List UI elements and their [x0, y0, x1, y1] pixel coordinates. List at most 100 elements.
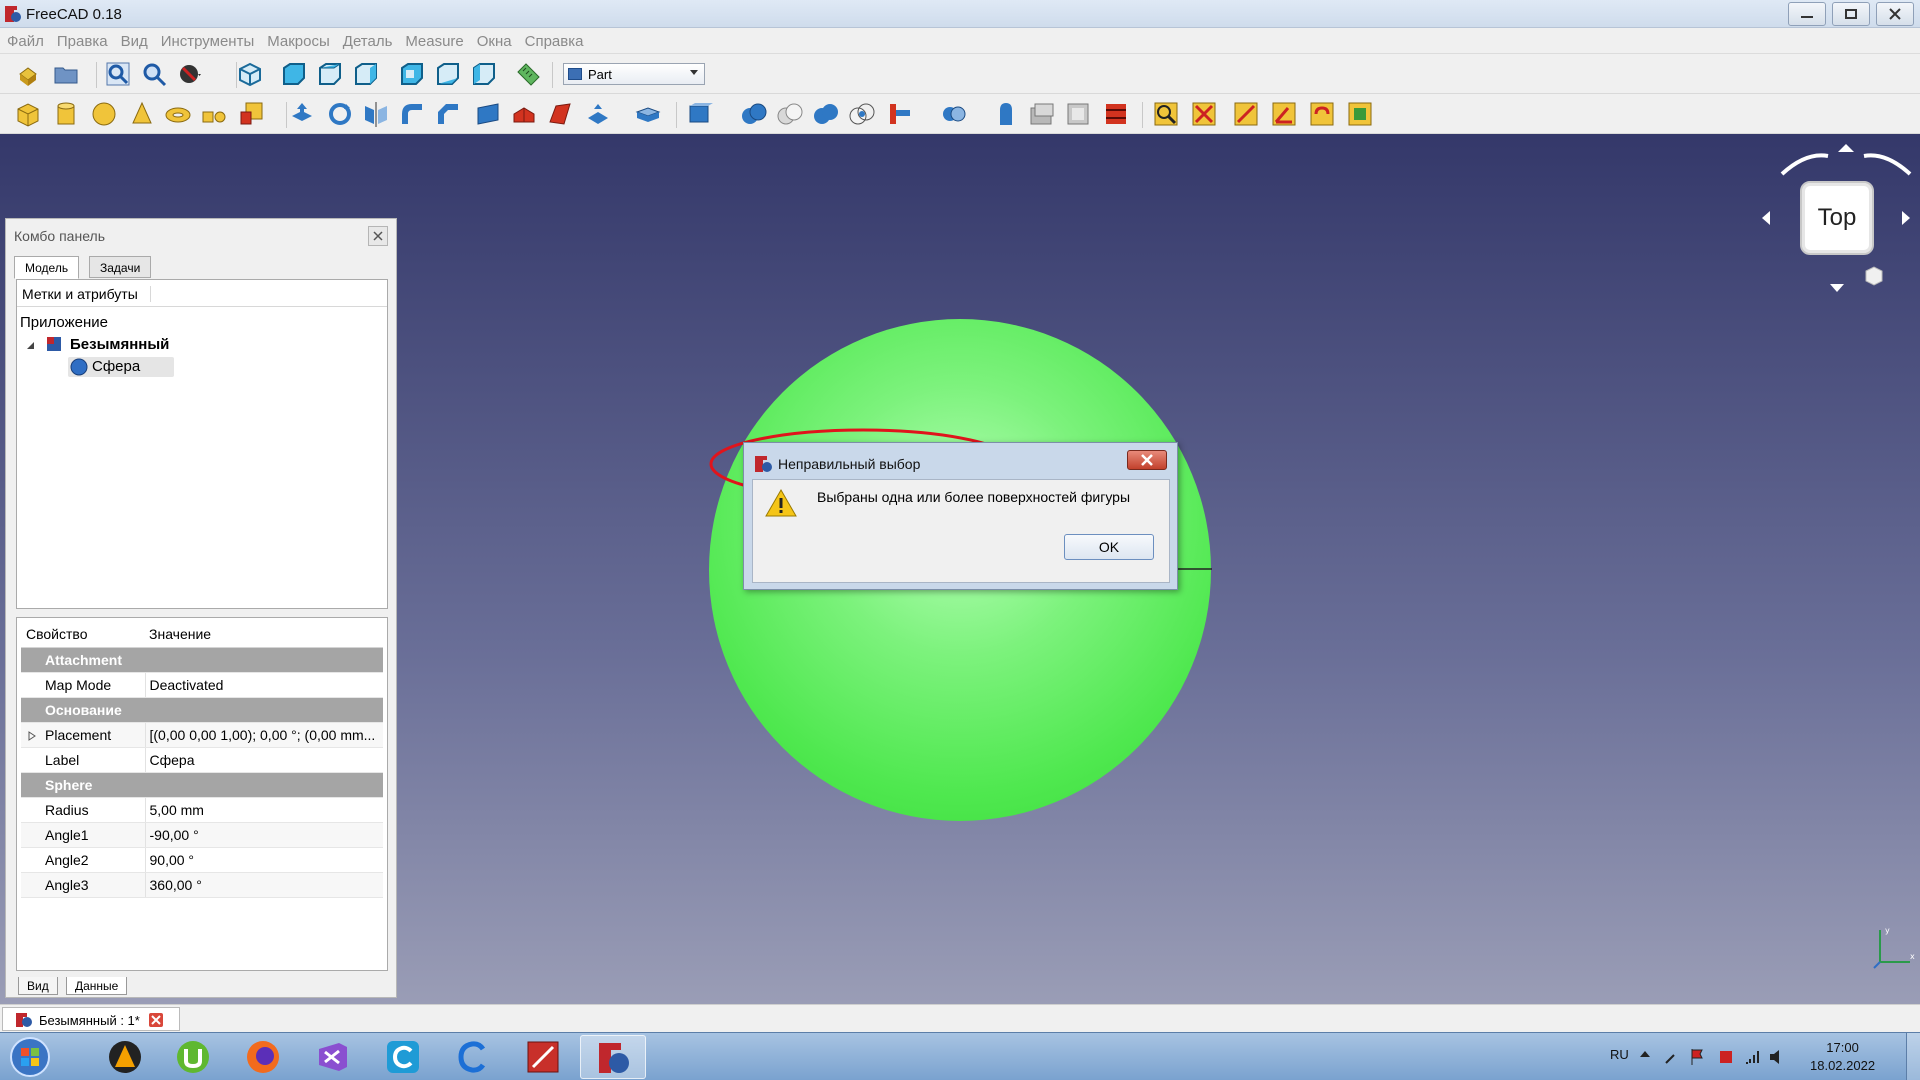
expand-arrow-icon[interactable] — [28, 730, 36, 741]
rotate-arrows-icon[interactable] — [1776, 142, 1916, 182]
prop-row-label[interactable]: Label Сфера — [21, 747, 383, 773]
join-features-icon[interactable] — [886, 100, 914, 128]
menu-tools[interactable]: Инструменты — [154, 28, 261, 50]
start-button-icon[interactable] — [8, 1036, 52, 1078]
offset-icon[interactable] — [634, 100, 662, 128]
language-indicator[interactable]: RU — [1610, 1047, 1629, 1062]
ruled-surface-icon[interactable] — [510, 100, 538, 128]
taskbar-app-utorrent[interactable] — [160, 1035, 226, 1079]
extrude-icon[interactable] — [288, 100, 316, 128]
primitives-icon[interactable] — [200, 100, 228, 128]
mini-cube-icon[interactable] — [1862, 264, 1890, 288]
menu-view[interactable]: Вид — [114, 28, 154, 50]
fit-all-icon[interactable] — [104, 60, 132, 88]
fit-selection-icon[interactable] — [140, 60, 168, 88]
measure-linear-icon[interactable] — [1232, 100, 1260, 128]
measure-refresh-icon[interactable] — [1308, 100, 1336, 128]
arrow-right-icon[interactable] — [1900, 210, 1912, 226]
menu-file[interactable]: Файл — [0, 28, 50, 50]
cube-icon[interactable] — [14, 100, 42, 128]
menu-macro[interactable]: Макросы — [260, 28, 336, 50]
navcube-face-top[interactable]: Top — [1800, 181, 1874, 255]
shape-builder-icon[interactable] — [238, 100, 266, 128]
arrow-down-icon[interactable] — [1829, 282, 1845, 294]
view-front-icon[interactable] — [280, 60, 308, 88]
view-rear-icon[interactable] — [398, 60, 426, 88]
boolean-icon[interactable] — [740, 100, 768, 128]
cone-icon[interactable] — [128, 100, 156, 128]
ok-button[interactable]: OK — [1064, 534, 1154, 560]
measure-toggle-icon[interactable] — [1346, 100, 1374, 128]
draw-style-icon[interactable] — [176, 60, 204, 88]
menu-edit[interactable]: Правка — [50, 28, 114, 50]
fuse-icon[interactable] — [812, 100, 840, 128]
tab-tasks[interactable]: Задачи — [89, 256, 152, 278]
show-desktop-button[interactable] — [1906, 1033, 1920, 1080]
panel-close-button[interactable] — [368, 226, 388, 246]
prop-row-radius[interactable]: Radius 5,00 mm — [21, 797, 383, 823]
check-geometry-icon[interactable] — [1152, 100, 1180, 128]
taskbar-app-visual-studio[interactable] — [300, 1035, 366, 1079]
common-icon[interactable] — [848, 100, 876, 128]
revolve-icon[interactable] — [326, 100, 354, 128]
cross-sections-icon[interactable] — [1028, 100, 1056, 128]
window-title: FreeCAD 0.18 — [26, 6, 122, 23]
close-tab-icon[interactable] — [149, 1013, 163, 1027]
taskbar-app-freecad[interactable] — [580, 1035, 646, 1079]
chamfer-icon[interactable] — [434, 100, 462, 128]
tab-view[interactable]: Вид — [18, 977, 58, 995]
view-top-icon[interactable] — [316, 60, 344, 88]
torus-icon[interactable] — [164, 100, 192, 128]
menu-measure[interactable]: Measure — [398, 28, 469, 50]
prop-row-angle2[interactable]: Angle2 90,00 ° — [21, 847, 383, 873]
taskbar-app-c-blue[interactable] — [370, 1035, 436, 1079]
minimize-button[interactable] — [1788, 2, 1826, 26]
cut-icon[interactable] — [776, 100, 804, 128]
new-document-icon[interactable] — [14, 60, 42, 88]
mirror-icon[interactable] — [362, 100, 390, 128]
workbench-selector[interactable]: Part — [563, 63, 705, 85]
measure-angular-icon[interactable] — [1270, 100, 1298, 128]
close-window-button[interactable] — [1876, 2, 1914, 26]
collapse-arrow-icon[interactable] — [26, 341, 36, 351]
view-bottom-icon[interactable] — [434, 60, 462, 88]
thickness-icon[interactable] — [1064, 100, 1092, 128]
fillet-icon[interactable] — [398, 100, 426, 128]
tree-item-sphere[interactable]: Сфера — [68, 357, 174, 377]
sphere-icon[interactable] — [90, 100, 118, 128]
arrow-left-icon[interactable] — [1760, 210, 1772, 226]
taskbar-app-firefox[interactable] — [230, 1035, 296, 1079]
prop-row-angle1[interactable]: Angle1 -90,00 ° — [21, 822, 383, 848]
maximize-button[interactable] — [1832, 2, 1870, 26]
view-right-icon[interactable] — [352, 60, 380, 88]
projection-on-surface-icon[interactable] — [1102, 100, 1130, 128]
property-editor: Свойство Значение Attachment Map Mode Dea… — [16, 617, 388, 971]
loft-icon[interactable] — [546, 100, 574, 128]
view-isometric-icon[interactable] — [236, 60, 264, 88]
sweep-icon[interactable] — [584, 100, 612, 128]
section-icon[interactable] — [992, 100, 1020, 128]
measure-ruler-icon[interactable] — [514, 60, 542, 88]
menu-part[interactable]: Деталь — [336, 28, 399, 50]
taskbar-app-aimp[interactable] — [92, 1035, 158, 1079]
tab-model[interactable]: Модель — [14, 256, 80, 279]
prop-row-placement[interactable]: Placement [(0,00 0,00 1,00); 0,00 °; (0,0… — [21, 722, 383, 748]
view-left-icon[interactable] — [470, 60, 498, 88]
menu-help[interactable]: Справка — [518, 28, 590, 50]
compound-tools-icon[interactable] — [686, 100, 714, 128]
taskbar-app-ccleaner[interactable] — [440, 1035, 506, 1079]
split-tools-icon[interactable] — [940, 100, 968, 128]
document-tab[interactable]: Безымянный : 1* — [2, 1007, 180, 1031]
prop-row-map-mode[interactable]: Map Mode Deactivated — [21, 672, 383, 698]
taskbar-app-drawing[interactable] — [510, 1035, 576, 1079]
dialog-close-button[interactable] — [1127, 450, 1167, 470]
defeaturing-icon[interactable] — [1190, 100, 1218, 128]
open-folder-icon[interactable] — [52, 60, 80, 88]
menu-windows[interactable]: Окна — [470, 28, 518, 50]
tree-document[interactable]: Безымянный — [70, 336, 169, 353]
cylinder-icon[interactable] — [52, 100, 80, 128]
prop-row-angle3[interactable]: Angle3 360,00 ° — [21, 872, 383, 898]
tab-data[interactable]: Данные — [66, 977, 128, 995]
make-face-icon[interactable] — [474, 100, 502, 128]
system-clock[interactable]: 17:00 18.02.2022 — [1810, 1039, 1875, 1075]
